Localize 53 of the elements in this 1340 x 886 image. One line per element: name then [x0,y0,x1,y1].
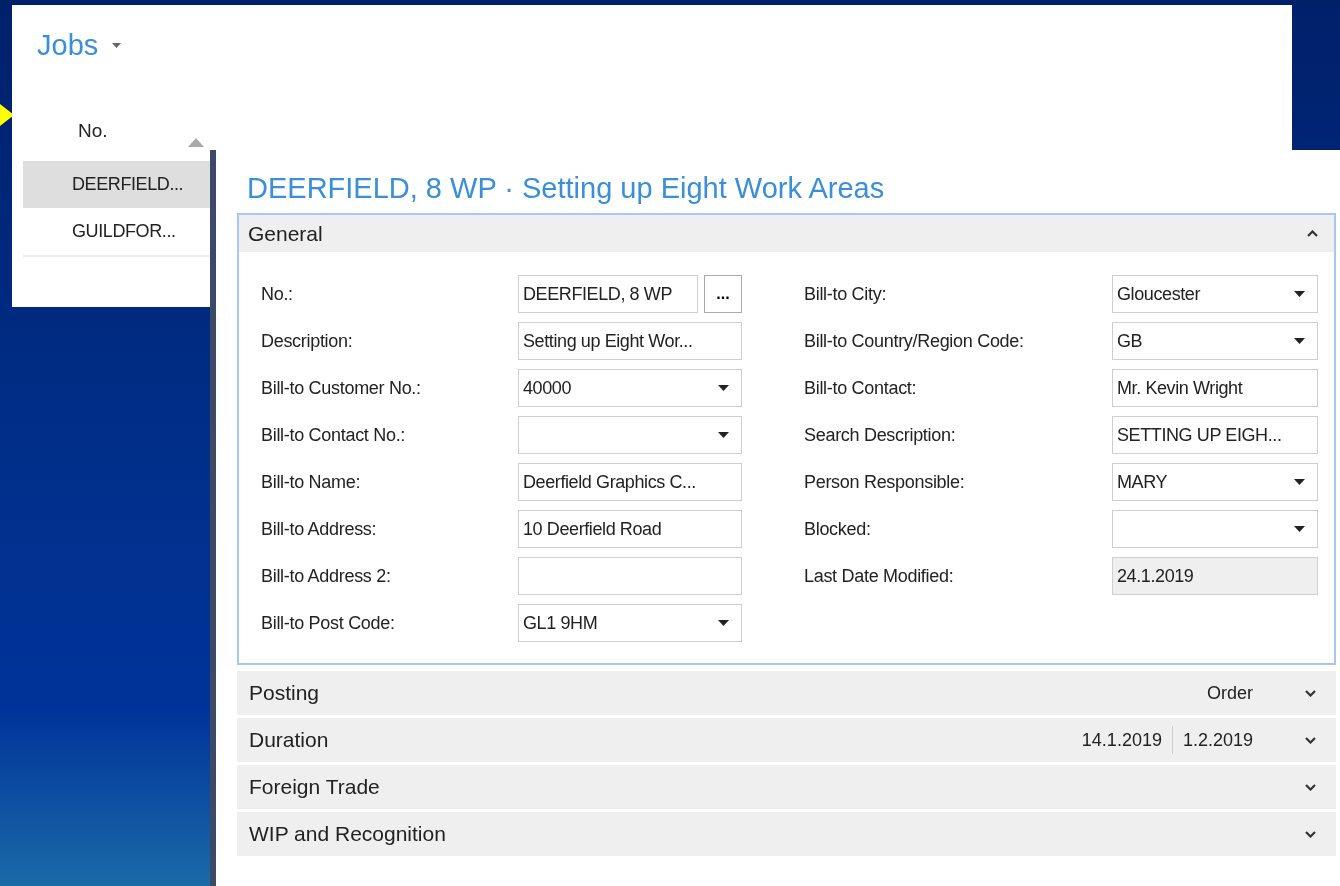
arrow-icon [0,104,14,126]
section-header[interactable]: Duration 14.1.2019 1.2.2019 [237,715,1336,762]
section-header[interactable]: Foreign Trade [237,762,1336,809]
dropdown-field[interactable]: GB [1112,322,1318,360]
dropdown-field[interactable]: GL1 9HM [518,604,742,642]
caret-icon[interactable] [112,43,122,48]
input-field[interactable]: 10 Deerfield Road [518,510,742,548]
dropdown-arrow-icon [1294,479,1305,485]
summary-value: 1.2.2019 [1182,729,1253,751]
dropdown-arrow-icon [1294,291,1305,297]
section-header[interactable]: WIP and Recognition [237,809,1336,856]
field-label: Last Date Modified: [804,565,954,587]
field-label: Search Description: [804,424,956,446]
field-label: Bill-to City: [804,283,887,305]
dropdown-arrow-icon [1294,526,1305,532]
column-header[interactable]: No. [78,120,1292,147]
input-field[interactable]: Mr. Kevin Wright [1112,369,1318,407]
section-header[interactable]: General [239,215,1334,252]
dropdown-field[interactable]: 40000 [518,369,742,407]
window-title: DEERFIELD, 8 WP · Setting up Eight Work Areas [246,171,886,206]
table-row[interactable]: DEERFIELD... [23,161,213,208]
window-title: Jobs [37,29,99,62]
table-row[interactable]: GUILDFOR... [23,208,213,255]
field-label: Bill-to Contact No.: [261,424,406,446]
dropdown-arrow-icon [718,620,729,626]
field-label: Bill-to Name: [261,471,361,493]
input-field[interactable]: SETTING UP EIGH... [1112,416,1318,454]
field-label: Description: [261,330,353,352]
input-field[interactable] [518,557,742,595]
field-label: No.: [261,283,293,305]
dropdown-arrow-icon [718,385,729,391]
dropdown-field[interactable]: Gloucester [1112,275,1318,313]
field-label: Bill-to Post Code: [261,612,395,634]
field-label: Bill-to Address 2: [261,565,391,587]
field-label: Bill-to Country/Region Code: [804,330,1024,352]
input-field[interactable]: DEERFIELD, 8 WP [518,275,698,313]
field-label: Blocked: [804,518,871,540]
dropdown-arrow-icon [1294,338,1305,344]
input-field[interactable]: Deerfield Graphics C... [518,463,742,501]
readonly-field: 24.1.2019 [1112,557,1318,595]
dropdown-field[interactable] [1112,510,1318,548]
assist-button[interactable]: ... [704,275,742,313]
field-label: Person Responsible: [804,471,965,493]
field-label: Bill-to Address: [261,518,377,540]
field-label: Bill-to Contact: [804,377,917,399]
dropdown-arrow-icon [718,432,729,438]
summary-value: 14.1.2019 [1081,729,1162,751]
field-label: Bill-to Customer No.: [261,377,421,399]
input-field[interactable]: Setting up Eight Wor... [518,322,742,360]
section-header[interactable]: Posting Order [237,668,1336,715]
dropdown-field[interactable] [518,416,742,454]
summary-value: Order [1207,682,1253,704]
dropdown-field[interactable]: MARY [1112,463,1318,501]
